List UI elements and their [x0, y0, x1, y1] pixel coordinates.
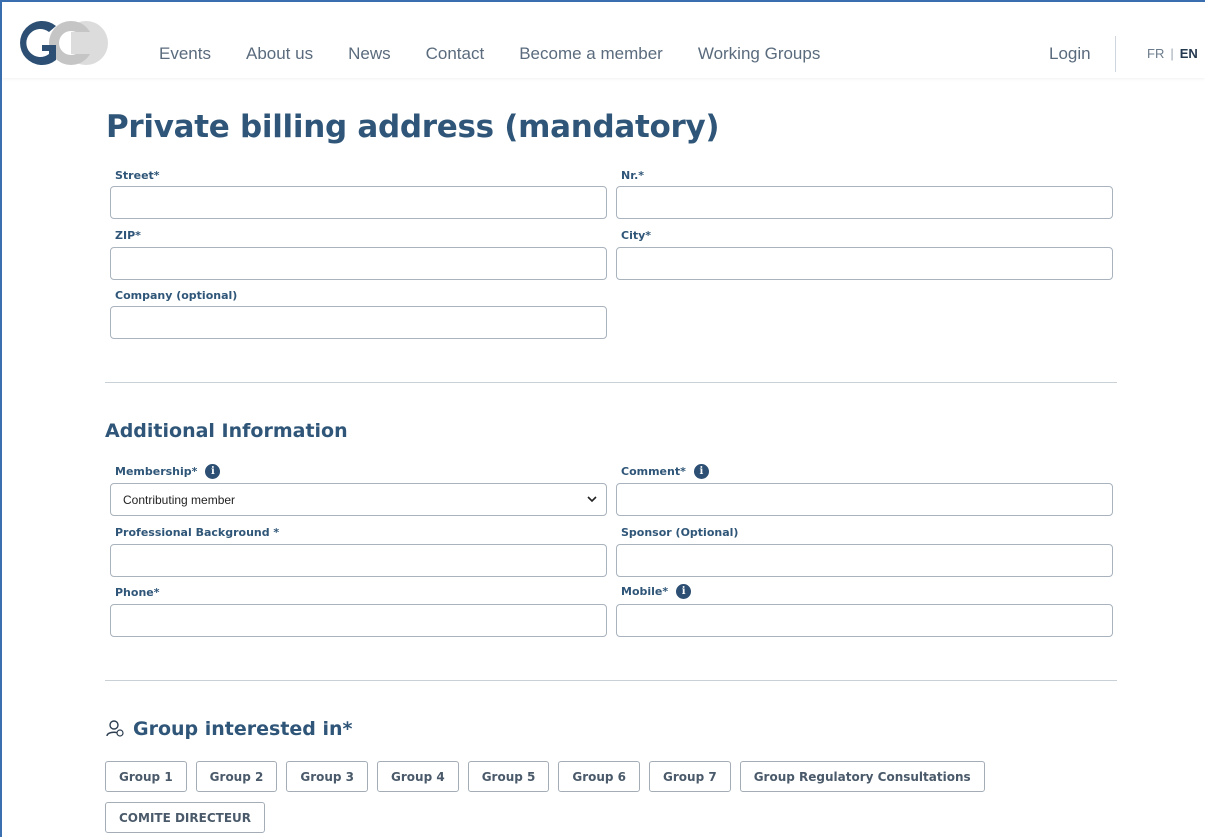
group-buttons-row-1: Group 1 Group 2 Group 3 Group 4 Group 5 …	[105, 761, 985, 792]
lang-fr-link[interactable]: FR	[1147, 46, 1164, 61]
sponsor-label-text: Sponsor (Optional)	[621, 526, 739, 539]
phone-label-text: Phone*	[115, 586, 160, 599]
mobile-input[interactable]	[616, 604, 1113, 637]
membership-selected-value: Contributing member	[123, 492, 236, 507]
group-1-button[interactable]: Group 1	[105, 761, 187, 792]
phone-input[interactable]	[110, 604, 607, 637]
street-input[interactable]	[110, 186, 607, 219]
zip-label-text: ZIP*	[115, 229, 141, 242]
group-interested-title-text: Group interested in*	[133, 718, 353, 740]
group-7-button[interactable]: Group 7	[649, 761, 731, 792]
professional-background-label-text: Professional Background *	[115, 526, 280, 539]
company-input[interactable]	[110, 306, 607, 339]
mobile-label: Mobile* i	[621, 584, 692, 599]
lang-separator: |	[1170, 46, 1174, 61]
group-6-button[interactable]: Group 6	[558, 761, 641, 792]
lang-en-link[interactable]: EN	[1180, 46, 1198, 61]
site-header: Events About us News Contact Become a me…	[2, 2, 1205, 78]
group-interested-title: Group interested in*	[105, 718, 353, 740]
mobile-info-icon[interactable]: i	[676, 584, 692, 599]
city-input[interactable]	[616, 247, 1113, 280]
professional-background-input[interactable]	[110, 544, 607, 577]
group-buttons-row-2: COMITE DIRECTEUR	[105, 802, 266, 833]
comite-directeur-button[interactable]: COMITE DIRECTEUR	[105, 802, 266, 833]
sponsor-input[interactable]	[616, 544, 1113, 577]
membership-select[interactable]: Contributing member	[110, 483, 607, 516]
section-divider-1	[105, 382, 1117, 383]
nr-label-text: Nr.*	[621, 169, 644, 182]
zip-label: ZIP*	[115, 229, 141, 242]
mobile-label-text: Mobile*	[621, 585, 669, 598]
chevron-down-icon	[587, 496, 597, 503]
users-icon	[106, 720, 124, 737]
nav-news[interactable]: News	[348, 44, 391, 64]
nav-become-a-member[interactable]: Become a member	[519, 44, 663, 64]
nr-label: Nr.*	[621, 169, 644, 182]
company-label-text: Company (optional)	[115, 289, 238, 302]
sponsor-label: Sponsor (Optional)	[621, 526, 738, 539]
comment-input[interactable]	[616, 483, 1113, 516]
comment-label: Comment* i	[621, 464, 709, 479]
page-title: Private billing address (mandatory)	[106, 109, 720, 145]
additional-info-title: Additional Information	[105, 420, 348, 442]
company-label: Company (optional)	[115, 289, 237, 302]
group-2-button[interactable]: Group 2	[195, 761, 278, 792]
login-link[interactable]: Login	[1049, 44, 1091, 64]
comment-label-text: Comment*	[621, 465, 686, 478]
additional-info-title-text: Additional Information	[105, 420, 348, 442]
nav-working-groups[interactable]: Working Groups	[698, 44, 821, 64]
main-nav: Events About us News Contact Become a me…	[159, 44, 855, 64]
header-divider	[1115, 36, 1116, 72]
professional-background-label: Professional Background *	[115, 526, 279, 539]
street-label: Street*	[115, 169, 160, 182]
site-logo[interactable]	[16, 18, 108, 68]
membership-info-icon[interactable]: i	[205, 464, 221, 479]
city-label-text: City*	[621, 229, 652, 242]
membership-label-text: Membership*	[115, 465, 198, 478]
section-divider-2	[105, 680, 1117, 681]
comment-info-icon[interactable]: i	[693, 464, 709, 479]
group-5-button[interactable]: Group 5	[467, 761, 550, 792]
group-4-button[interactable]: Group 4	[377, 761, 459, 792]
nav-events[interactable]: Events	[159, 44, 211, 64]
street-label-text: Street*	[115, 169, 160, 182]
nr-input[interactable]	[616, 186, 1113, 219]
membership-label: Membership* i	[115, 464, 221, 479]
phone-label: Phone*	[115, 586, 160, 599]
nav-contact[interactable]: Contact	[426, 44, 485, 64]
nav-about-us[interactable]: About us	[246, 44, 313, 64]
zip-input[interactable]	[110, 247, 607, 280]
language-switcher: FR | EN	[1147, 46, 1198, 61]
group-regulatory-consultations-button[interactable]: Group Regulatory Consultations	[739, 761, 985, 792]
city-label: City*	[621, 229, 651, 242]
group-3-button[interactable]: Group 3	[286, 761, 369, 792]
